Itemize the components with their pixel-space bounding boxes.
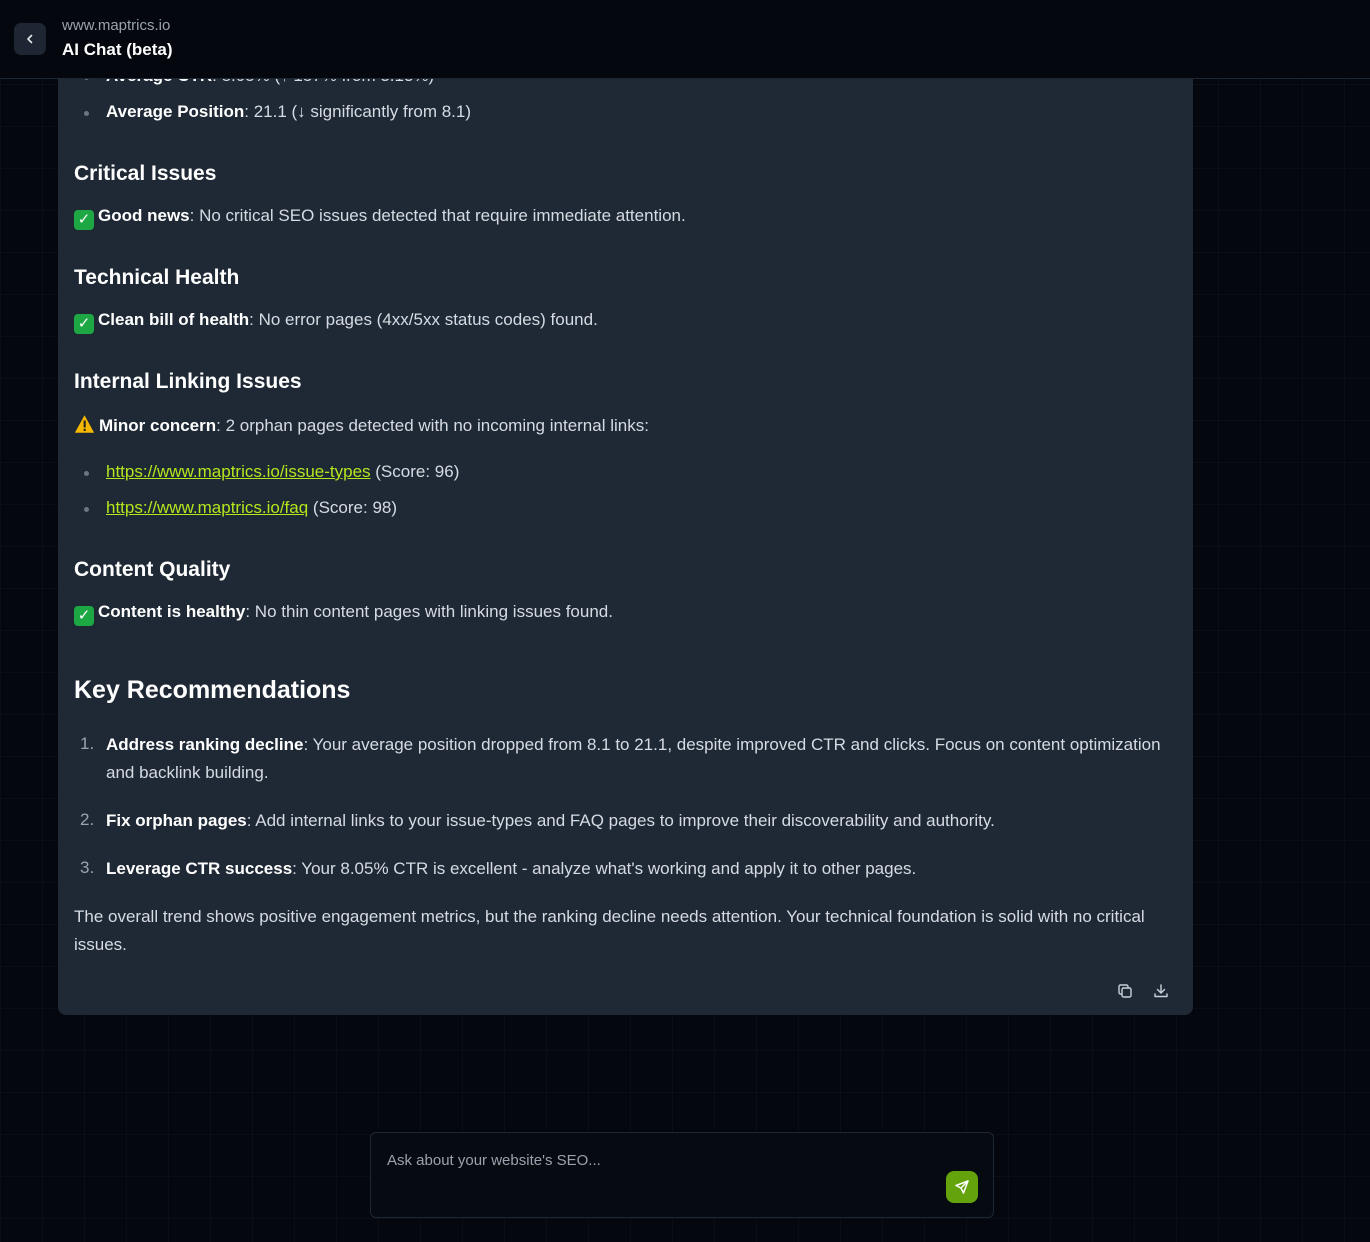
app-header: www.maptrics.io AI Chat (beta) bbox=[0, 0, 1370, 79]
send-icon bbox=[955, 1180, 969, 1194]
list-number: 2. bbox=[80, 810, 95, 829]
technical-health-text: ✓ Clean bill of health: No error pages (4… bbox=[74, 310, 598, 334]
content-quality-text: ✓ Content is healthy: No thin content pag… bbox=[74, 602, 613, 626]
send-button[interactable] bbox=[946, 1171, 978, 1203]
orphan-page-link-issue-types[interactable]: https://www.maptrics.io/issue-types bbox=[106, 462, 371, 481]
list-number: 1. bbox=[80, 734, 95, 753]
bullet-dot bbox=[84, 507, 89, 512]
bullet-dot bbox=[84, 111, 89, 116]
internal-linking-text: Minor concern: 2 orphan pages detected w… bbox=[74, 414, 649, 436]
check-icon: ✓ bbox=[74, 210, 94, 230]
recommendation-item: Leverage CTR success: Your 8.05% CTR is … bbox=[106, 859, 917, 878]
check-icon: ✓ bbox=[74, 606, 94, 626]
heading-content-quality: Content Quality bbox=[74, 558, 231, 581]
orphan-page-item: https://www.maptrics.io/faq (Score: 98) bbox=[106, 498, 398, 517]
assistant-message-card: Average CTR: 8.05% (↑ 157% from 3.13%) A… bbox=[58, 0, 1193, 1015]
site-domain: www.maptrics.io bbox=[62, 17, 171, 34]
orphan-page-link-faq[interactable]: https://www.maptrics.io/faq bbox=[106, 498, 308, 517]
page-title: AI Chat (beta) bbox=[62, 40, 173, 59]
summary-paragraph: The overall trend shows positive engagem… bbox=[74, 907, 1145, 954]
copy-icon[interactable] bbox=[1114, 980, 1136, 1002]
warning-icon bbox=[74, 415, 95, 433]
critical-issues-text: ✓ Good news: No critical SEO issues detec… bbox=[74, 206, 686, 230]
orphan-page-item: https://www.maptrics.io/issue-types (Sco… bbox=[106, 462, 460, 481]
heading-internal-linking: Internal Linking Issues bbox=[74, 370, 302, 393]
list-number: 3. bbox=[80, 858, 95, 877]
download-icon[interactable] bbox=[1150, 980, 1172, 1002]
heading-key-recommendations: Key Recommendations bbox=[74, 676, 351, 704]
recommendation-item: Fix orphan pages: Add internal links to … bbox=[106, 811, 995, 830]
chevron-left-icon bbox=[27, 34, 33, 44]
bullet-dot bbox=[84, 471, 89, 476]
chat-composer bbox=[370, 1132, 994, 1218]
recommendation-item: Address ranking decline: Your average po… bbox=[106, 735, 1161, 782]
heading-technical-health: Technical Health bbox=[74, 266, 240, 289]
heading-critical-issues: Critical Issues bbox=[74, 162, 217, 185]
back-button[interactable] bbox=[14, 23, 46, 55]
check-icon: ✓ bbox=[74, 314, 94, 334]
chat-input[interactable] bbox=[387, 1149, 927, 1171]
metric-avg-position: Average Position: 21.1 (↓ significantly … bbox=[106, 102, 472, 121]
